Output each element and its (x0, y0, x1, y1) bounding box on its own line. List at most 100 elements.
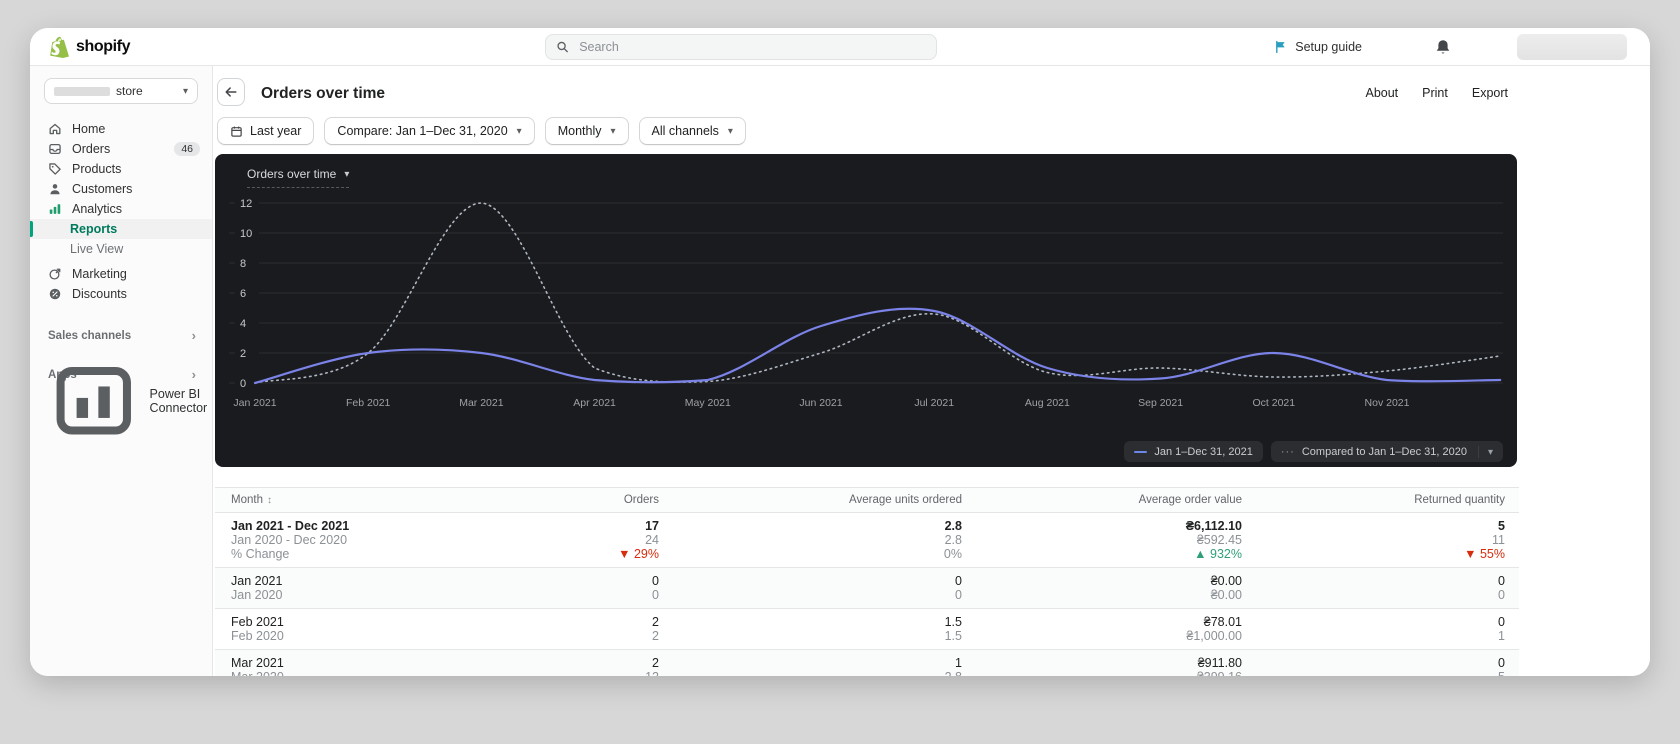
column-header-returned-qty[interactable]: Returned quantity (1242, 494, 1505, 506)
sidebar-item-live-view[interactable]: Live View (30, 239, 212, 259)
home-icon (48, 122, 62, 136)
export-link[interactable]: Export (1472, 86, 1508, 100)
sidebar-item-analytics[interactable]: Analytics (30, 199, 212, 219)
store-selector[interactable]: store (44, 78, 198, 104)
orders-line-chart: 12 10 8 6 4 2 0 Jan 2021 Feb 2021 Mar 20… (229, 190, 1503, 415)
orders-count-badge: 46 (174, 142, 200, 156)
chevron-down-icon (728, 126, 733, 137)
interval-button[interactable]: Monthly (545, 117, 629, 145)
page-title: Orders over time (261, 85, 385, 103)
sidebar: store Home Orders 46 Products (30, 66, 213, 676)
compare-button[interactable]: Compare: Jan 1–Dec 31, 2020 (324, 117, 534, 145)
legend-current-period[interactable]: Jan 1–Dec 31, 2021 (1124, 441, 1262, 462)
dotted-line-swatch-icon (1281, 446, 1295, 458)
chevron-right-icon (192, 328, 196, 343)
compare-label: Compare: Jan 1–Dec 31, 2020 (337, 124, 507, 138)
column-header-orders[interactable]: Orders (445, 494, 659, 506)
change-positive: ▲ 932% (962, 547, 1242, 561)
y-tick: 4 (240, 318, 246, 330)
arrow-left-icon (224, 85, 238, 99)
sidebar-section-sales-channels[interactable]: Sales channels (30, 328, 212, 343)
y-tick: 6 (240, 288, 246, 300)
main-content: Orders over time About Print Export Last… (213, 66, 1650, 676)
shopify-bag-icon (48, 35, 70, 59)
column-header-avg-order-value[interactable]: Average order value (962, 494, 1242, 506)
setup-guide-label: Setup guide (1295, 40, 1362, 54)
setup-guide-button[interactable]: Setup guide (1274, 28, 1362, 66)
sidebar-item-reports[interactable]: Reports (30, 219, 212, 239)
chevron-right-icon (192, 367, 196, 382)
sidebar-item-label: Marketing (72, 267, 127, 281)
notifications-bell-icon[interactable] (1434, 38, 1452, 56)
interval-label: Monthly (558, 124, 602, 138)
account-menu-redacted[interactable] (1517, 34, 1627, 60)
sidebar-item-products[interactable]: Products (30, 159, 212, 179)
sidebar-subitem-label: Live View (70, 242, 123, 256)
table-group-feb: Feb 2021 2 1.5 ₴78.01 0 Feb 2020 2 1.5 ₴… (215, 609, 1519, 650)
y-tick: 2 (240, 348, 246, 360)
table-row: Jan 2020 - Dec 2020 24 2.8 ₴592.45 11 (215, 533, 1519, 547)
report-actions: About Print Export (1365, 86, 1508, 100)
table-row: Feb 2021 2 1.5 ₴78.01 0 (215, 615, 1519, 629)
table-group-summary: Jan 2021 - Dec 2021 17 2.8 ₴6,112.10 5 J… (215, 513, 1519, 568)
topbar: shopify Setup guide (30, 28, 1650, 66)
legend-compare-period[interactable]: Compared to Jan 1–Dec 31, 2020 (1271, 441, 1503, 462)
channels-button[interactable]: All channels (639, 117, 746, 145)
sidebar-item-home[interactable]: Home (30, 119, 212, 139)
legend-label: Compared to Jan 1–Dec 31, 2020 (1302, 446, 1467, 458)
sidebar-item-label: Orders (72, 142, 110, 156)
date-range-button[interactable]: Last year (217, 117, 314, 145)
table-row: Jan 2021 - Dec 2021 17 2.8 ₴6,112.10 5 (215, 519, 1519, 533)
x-tick: Aug 2021 (1025, 397, 1070, 409)
sidebar-item-discounts[interactable]: Discounts (30, 284, 212, 304)
shopify-logo: shopify (48, 35, 130, 59)
x-tick: Feb 2021 (346, 397, 391, 409)
chevron-down-icon (517, 126, 522, 137)
marketing-icon (48, 267, 62, 281)
table-row: Jan 2020 0 0 ₴0.00 0 (215, 588, 1519, 602)
y-tick: 10 (240, 228, 252, 240)
x-tick: Mar 2021 (459, 397, 504, 409)
sidebar-item-label: Analytics (72, 202, 122, 216)
about-link[interactable]: About (1365, 86, 1398, 100)
chart-title-label: Orders over time (247, 167, 336, 181)
sidebar-item-label: Products (72, 162, 121, 176)
change-neutral: 0% (659, 547, 962, 561)
sidebar-item-orders[interactable]: Orders 46 (30, 139, 212, 159)
sidebar-subitem-label: Reports (70, 222, 117, 236)
store-name-redacted (54, 87, 110, 96)
x-tick: Oct 2021 (1252, 397, 1295, 409)
flag-icon (1274, 40, 1288, 54)
table-group-jan: Jan 2021 0 0 ₴0.00 0 Jan 2020 0 0 ₴0.00 … (215, 568, 1519, 609)
active-indicator-bar (30, 221, 33, 237)
series-line-2021 (255, 309, 1500, 383)
x-tick: Apr 2021 (573, 397, 616, 409)
legend-label: Jan 1–Dec 31, 2021 (1154, 446, 1252, 458)
sidebar-item-marketing[interactable]: Marketing (30, 264, 212, 284)
section-label: Sales channels (48, 330, 131, 342)
channels-label: All channels (652, 124, 719, 138)
report-table: Month Orders Average units ordered Avera… (215, 487, 1519, 676)
chevron-down-icon (1478, 446, 1493, 458)
sidebar-item-label: Discounts (72, 287, 127, 301)
solid-line-swatch-icon (1134, 451, 1147, 453)
sidebar-item-power-bi-connector[interactable]: Power BI Connector (30, 391, 212, 411)
orders-icon (48, 142, 62, 156)
print-link[interactable]: Print (1422, 86, 1448, 100)
column-header-month[interactable]: Month (215, 494, 445, 506)
column-header-avg-units[interactable]: Average units ordered (659, 494, 962, 506)
sidebar-item-customers[interactable]: Customers (30, 179, 212, 199)
chevron-down-icon (344, 169, 349, 180)
chart-metric-selector[interactable]: Orders over time (247, 167, 349, 188)
x-tick: Jan 2021 (233, 397, 276, 409)
table-row: Mar 2021 2 1 ₴911.80 0 (215, 656, 1519, 670)
x-tick: Nov 2021 (1365, 397, 1410, 409)
sidebar-item-label: Customers (72, 182, 132, 196)
x-tick: Sep 2021 (1138, 397, 1183, 409)
person-icon (48, 182, 62, 196)
tag-icon (48, 162, 62, 176)
back-button[interactable] (217, 78, 245, 106)
filter-bar: Last year Compare: Jan 1–Dec 31, 2020 Mo… (217, 117, 746, 145)
bar-chart-icon (48, 202, 62, 216)
search-input[interactable] (577, 39, 926, 55)
